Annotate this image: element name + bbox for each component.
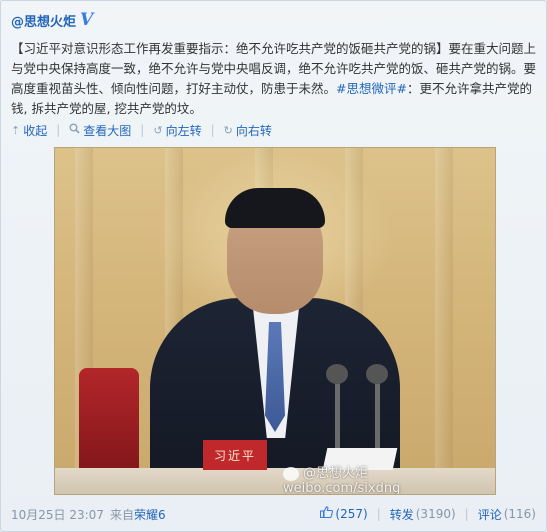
watermark-brand: @思想火炬 (283, 466, 400, 481)
weibo-logo-icon (283, 466, 299, 481)
view-large-button[interactable]: 查看大图 (69, 122, 131, 139)
repost-label: 转发 (389, 507, 414, 522)
divider: | (376, 507, 381, 521)
rotate-right-label: 向右转 (235, 123, 272, 138)
post-stats: (257) | 转发 (3190) | 评论 (116) (320, 506, 536, 523)
like-button[interactable]: (257) (320, 506, 368, 522)
post-text: 【习近平对意识形态工作再发重要指示：绝不允许吃共产党的饭砸共产党的锅】要在重大问… (11, 39, 541, 119)
photo-watermark: @思想火炬 weibo.com/sixdng (283, 466, 401, 495)
weibo-post-card: @思想火炬 V 【习近平对意识形态工作再发重要指示：绝不允许吃共产党的饭砸共产党… (0, 0, 547, 532)
podium-desk (55, 468, 495, 494)
post-photo[interactable]: 习近平 @思想火炬 weibo.com/sixdng (54, 147, 496, 495)
divider: | (140, 123, 145, 137)
wall-stripe (435, 148, 453, 478)
divider: | (56, 123, 61, 137)
rotate-right-button[interactable]: ↻ 向右转 (224, 122, 272, 139)
verified-icon: V (80, 9, 94, 30)
post-meta: 10月25日 23:07 来自 荣耀6 (11, 506, 166, 523)
rotate-left-icon: ↺ (153, 123, 163, 137)
comment-button[interactable]: 评论 (116) (478, 506, 536, 523)
post-footer: 10月25日 23:07 来自 荣耀6 (257) | 转发 (3190) | … (11, 505, 536, 523)
nameplate: 习近平 (203, 440, 267, 470)
collapse-label: 收起 (23, 123, 48, 138)
source-link[interactable]: 荣耀6 (134, 506, 166, 523)
rotate-left-button[interactable]: ↺ 向左转 (153, 122, 201, 139)
speaker-hair (225, 188, 325, 228)
image-actions: ⇡ 收起 | 查看大图 | ↺ 向左转 | ↻ 向右转 (11, 121, 272, 139)
collapse-button[interactable]: ⇡ 收起 (11, 122, 47, 139)
like-count: (257) (335, 507, 368, 521)
repost-button[interactable]: 转发 (3190) (390, 506, 456, 523)
divider: | (464, 507, 469, 521)
repost-count: (3190) (415, 507, 456, 521)
view-large-label: 查看大图 (83, 123, 132, 138)
rotate-right-icon: ↻ (223, 123, 233, 137)
watermark-brand-text: @思想火炬 (303, 466, 369, 481)
magnifier-icon (69, 123, 80, 137)
microphone-icon (326, 364, 348, 384)
comment-label: 评论 (477, 507, 502, 522)
microphone-icon (366, 364, 388, 384)
post-time-link[interactable]: 10月25日 23:07 (11, 506, 104, 523)
thumb-up-icon (320, 506, 334, 522)
red-chair (79, 368, 139, 478)
rotate-left-label: 向左转 (165, 123, 202, 138)
arrow-up-icon: ⇡ (11, 123, 21, 137)
hashtag-link[interactable]: #思想微评# (336, 81, 407, 96)
post-header: @思想火炬 V (11, 9, 93, 31)
watermark-url: weibo.com/sixdng (283, 481, 401, 495)
comment-count: (116) (503, 507, 536, 521)
author-name[interactable]: @思想火炬 (11, 11, 76, 30)
source-prefix: 来自 (109, 507, 134, 522)
divider: | (210, 123, 215, 137)
